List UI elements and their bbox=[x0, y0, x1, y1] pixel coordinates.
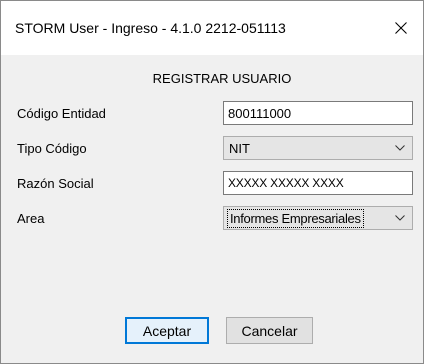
tipo-codigo-value: NIT bbox=[229, 141, 250, 156]
label-tipo-codigo: Tipo Código bbox=[17, 141, 87, 156]
form-heading: REGISTRAR USUARIO bbox=[152, 71, 292, 86]
chevron-down-icon bbox=[395, 215, 405, 221]
dialog-window: STORM User - Ingreso - 4.1.0 2212-051113… bbox=[0, 0, 424, 364]
tipo-codigo-select[interactable]: NIT bbox=[223, 136, 413, 160]
cancel-button[interactable]: Cancelar bbox=[226, 317, 313, 344]
close-icon bbox=[395, 22, 407, 34]
chevron-down-icon bbox=[395, 145, 405, 151]
window-title: STORM User - Ingreso - 4.1.0 2212-051113 bbox=[15, 20, 286, 36]
area-select[interactable]: Informes Empresariales bbox=[223, 206, 413, 230]
title-bar[interactable]: STORM User - Ingreso - 4.1.0 2212-051113 bbox=[1, 1, 423, 55]
label-razon-social: Razón Social bbox=[17, 176, 94, 191]
razon-social-input[interactable] bbox=[223, 171, 413, 195]
label-codigo-entidad: Código Entidad bbox=[17, 106, 106, 121]
area-value: Informes Empresariales bbox=[227, 209, 364, 228]
label-area: Area bbox=[17, 211, 45, 226]
codigo-entidad-input[interactable] bbox=[223, 101, 413, 125]
dialog-body: REGISTRAR USUARIO Código Entidad Tipo Có… bbox=[1, 55, 423, 363]
accept-button[interactable]: Aceptar bbox=[125, 317, 209, 344]
close-button[interactable] bbox=[379, 1, 423, 55]
